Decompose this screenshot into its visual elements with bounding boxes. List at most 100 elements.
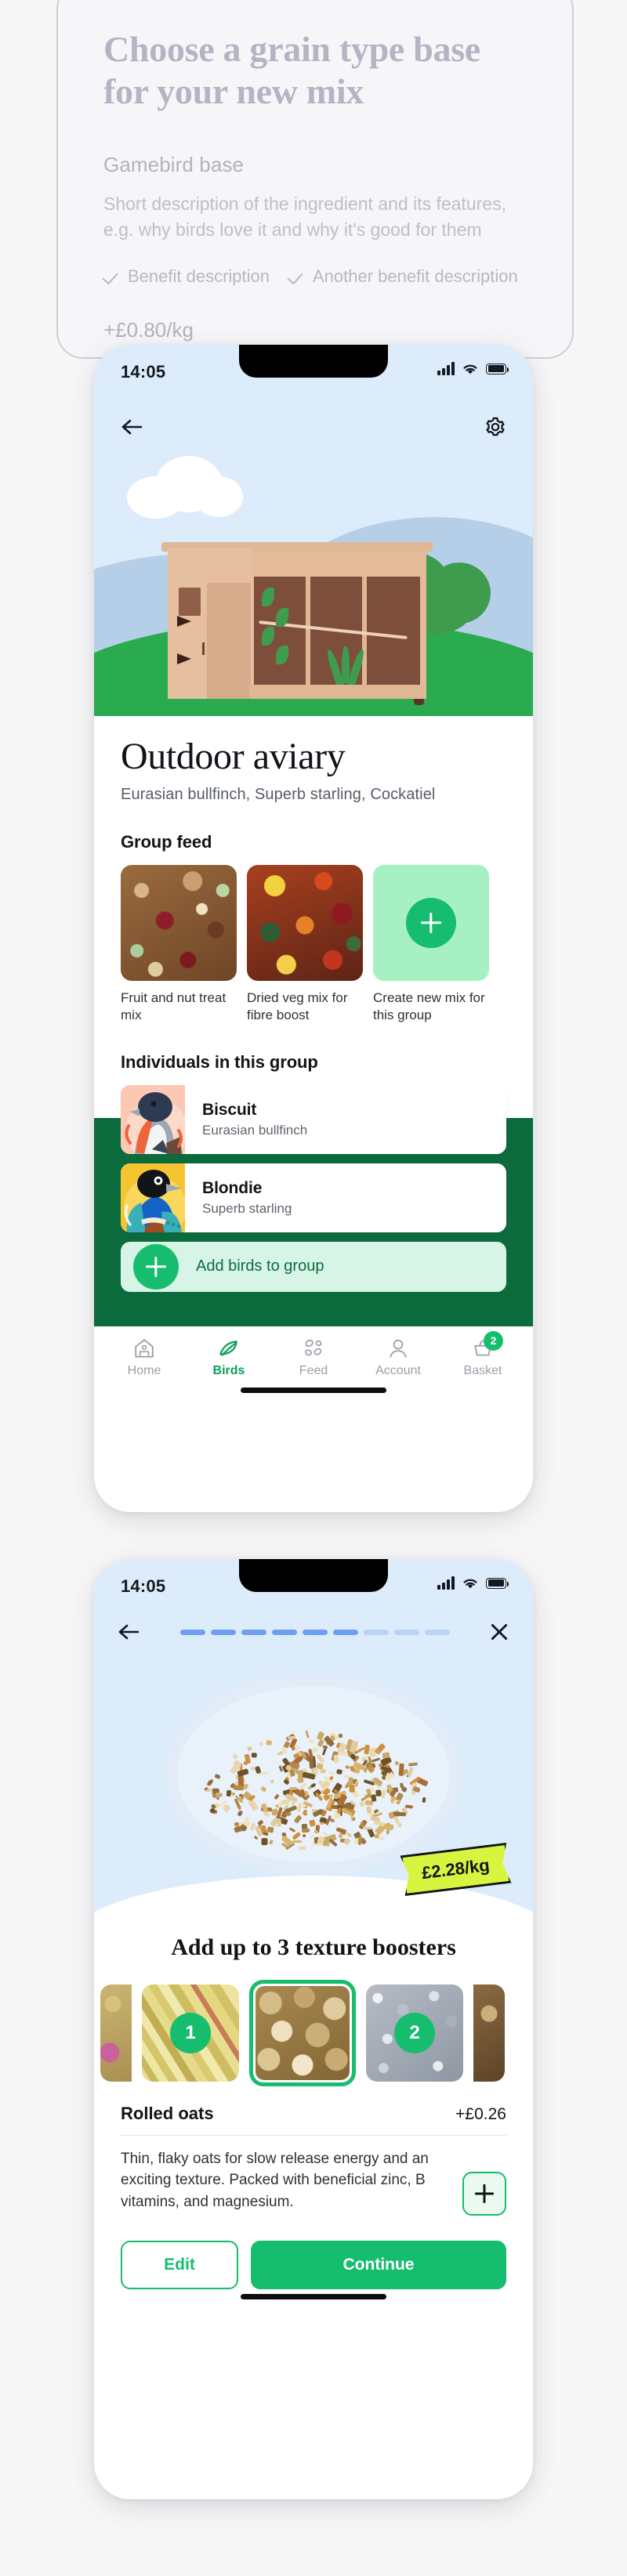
benefit-two-label: Another benefit description [313,266,518,287]
booster-price: +£0.26 [455,2104,506,2123]
progress-segment [364,1629,389,1635]
seed-pile [196,1720,431,1861]
tab-basket[interactable]: 2 Basket [444,1330,522,1378]
bird-list: Biscuit Eurasian bullfinch Blondie Super… [94,1084,533,1323]
back-arrow-icon[interactable] [121,418,144,436]
tab-birds[interactable]: Birds [190,1337,268,1378]
progress-segment [180,1629,205,1635]
ghost-ingredient-description: Short description of the ingredient and … [103,193,506,240]
seed-particle [378,1836,385,1841]
seed-particle [422,1796,426,1804]
seed-particle [332,1754,339,1764]
booster-thumb-dried-herbs[interactable]: 1 [142,1984,239,2082]
booster-detail: Rolled oats +£0.26 Thin, flaky oats for … [94,2086,533,2216]
seed-particle [274,1793,280,1800]
seed-particle [296,1802,303,1813]
booster-thumb-rolled-oats[interactable] [249,1979,356,2086]
continue-button[interactable]: Continue [251,2240,506,2289]
feed-card-label: Create new mix for this group [373,990,485,1022]
seed-particle [343,1837,351,1846]
status-time: 14:05 [121,362,166,382]
seed-particle [309,1739,315,1744]
aviary-header-bar [94,403,533,451]
benefit-item-two: Another benefit description [288,266,518,287]
edit-button[interactable]: Edit [121,2240,238,2289]
booster-thumb-partial[interactable] [100,1984,132,2082]
booster-header-bar [94,1617,533,1656]
seed-particle [251,1752,257,1758]
seed-particle [299,1846,306,1851]
seed-particle [236,1810,244,1818]
tab-home[interactable]: Home [105,1337,183,1378]
booster-content: Add up to 3 texture boosters 1 2 Rolled … [94,1924,533,2289]
seed-particle [288,1827,296,1833]
basket-icon: 2 [472,1330,503,1359]
seed-particle [336,1768,343,1775]
tab-account[interactable]: Account [359,1337,437,1378]
gear-icon[interactable] [484,416,506,438]
add-booster-button[interactable] [462,2171,506,2216]
booster-detail-header: Rolled oats +£0.26 [121,2104,506,2124]
cta-row: Edit Continue [94,2216,533,2289]
create-mix-thumbnail [373,864,489,981]
seed-particle [277,1818,282,1827]
seed-particle [363,1826,372,1830]
tab-feed[interactable]: Feed [274,1337,353,1378]
booster-thumb-grit[interactable]: 2 [366,1984,463,2082]
signal-bars-icon [437,362,455,375]
status-time: 14:05 [121,1576,166,1596]
wifi-icon [463,1579,477,1588]
close-x-icon[interactable] [489,1622,509,1642]
aviary-building [161,542,433,699]
seed-particle [268,1839,274,1846]
wifi-icon [463,364,477,374]
seed-particle [365,1805,372,1814]
phone-screen-boosters: 14:05 £2.28/kg Add up to 3 texture boost… [94,1559,533,2499]
bird-name: Biscuit [202,1100,257,1119]
home-indicator [241,1387,386,1393]
seed-particle [346,1832,353,1838]
seed-particle [231,1753,238,1760]
booster-thumb-partial[interactable] [473,1984,505,2082]
seed-particle [250,1766,256,1771]
ghost-card-title: Choose a grain type base for your new mi… [103,29,480,112]
bottom-tab-bar: Home Birds Feed Account 2 Basket [94,1326,533,1383]
ghost-benefit-list: Benefit description Another benefit desc… [103,266,527,287]
feed-card[interactable]: Dried veg mix for fibre boost [247,864,363,1024]
benefit-one-label: Benefit description [128,266,270,287]
check-icon [103,269,119,284]
add-birds-button[interactable]: Add birds to group [121,1241,506,1292]
page-title: Outdoor aviary [121,736,346,777]
seed-particle [375,1789,382,1797]
seed-particle [319,1822,324,1825]
seed-particle [380,1789,387,1799]
seed-particle [234,1760,241,1771]
feed-thumbnail [247,864,363,981]
tab-label: Feed [299,1363,328,1377]
battery-icon [486,363,509,374]
feed-card-label: Dried veg mix for fibre boost [247,990,348,1022]
feed-card[interactable]: Fruit and nut treat mix [121,864,237,1024]
booster-heading: Add up to 3 texture boosters [171,1934,456,1960]
seed-particle [213,1773,221,1780]
seed-particle [246,1746,253,1752]
progress-segment [394,1629,419,1635]
seeds-icon [303,1337,324,1359]
booster-carousel: 1 2 [94,1979,533,2086]
list-item[interactable]: Blondie Superb starling [121,1163,506,1232]
back-arrow-icon[interactable] [118,1623,141,1641]
bird-species: Eurasian bullfinch [202,1122,308,1138]
bird-species: Superb starling [202,1200,292,1216]
seed-particle [314,1829,319,1834]
seed-particle [260,1785,268,1793]
create-new-mix-card[interactable]: Create new mix for this group [373,864,489,1024]
list-item[interactable]: Biscuit Eurasian bullfinch [121,1084,506,1154]
tab-label: Basket [463,1363,502,1377]
seed-particle [241,1796,245,1800]
seed-particle [339,1751,348,1757]
group-feed-list: Fruit and nut treat mix Dried veg mix fo… [121,864,506,1024]
seed-particle [259,1741,264,1747]
aviary-content: Outdoor aviary Eurasian bullfinch, Super… [94,736,533,1323]
booster-count-badge: 1 [170,2012,211,2053]
tab-label: Home [127,1363,161,1377]
